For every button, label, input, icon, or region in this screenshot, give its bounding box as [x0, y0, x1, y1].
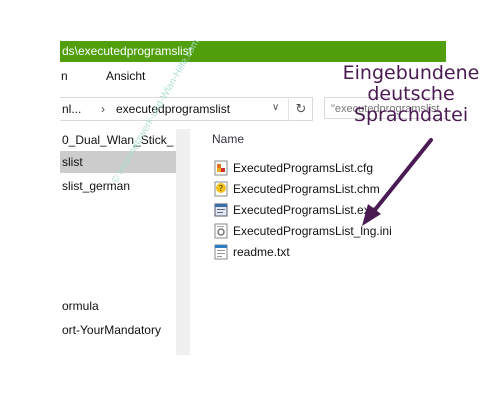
column-header-name[interactable]: Name: [212, 132, 244, 146]
config-file-icon: [214, 160, 228, 176]
address-bar[interactable]: nl... › executedprogramslist ∨: [60, 97, 313, 121]
svg-text:?: ?: [219, 184, 223, 193]
chevron-right-icon[interactable]: ›: [101, 98, 105, 120]
nav-item[interactable]: ort-YourMandatory: [60, 319, 176, 341]
text-file-icon: [214, 244, 228, 260]
nav-scrollbar[interactable]: [176, 129, 190, 355]
file-name: ExecutedProgramsList.cfg: [233, 161, 374, 175]
tab-ansicht[interactable]: Ansicht: [106, 69, 145, 83]
title-bar[interactable]: ds\executedprogramslist: [60, 41, 446, 62]
file-list: Name ExecutedProgramsList.cfg ? Executed…: [190, 129, 446, 363]
file-name: ExecutedProgramsList_lng.ini: [233, 224, 392, 238]
tab-view-partial[interactable]: n: [61, 69, 68, 83]
nav-item[interactable]: 0_Dual_Wlan_Stick_: [60, 129, 176, 151]
annotation-line: deutsche: [367, 83, 455, 105]
nav-item[interactable]: ormula: [60, 295, 176, 317]
refresh-icon[interactable]: ↻: [288, 97, 313, 121]
chevron-down-icon[interactable]: ∨: [272, 98, 279, 119]
application-icon: [214, 203, 228, 217]
nav-item-label: slist: [62, 155, 83, 169]
annotation-line: Eingebundene: [342, 62, 480, 84]
nav-item-label: ormula: [62, 299, 99, 313]
breadcrumb-parent[interactable]: nl...: [62, 98, 81, 120]
breadcrumb-current[interactable]: executedprogramslist: [116, 98, 230, 120]
window-title: ds\executedprogramslist: [62, 44, 193, 58]
annotation-callout: Eingebundene deutsche Sprachdatei: [322, 63, 500, 126]
settings-file-icon: [214, 223, 228, 239]
file-name: ExecutedProgramsList.exe: [233, 203, 377, 217]
help-file-icon: ?: [214, 181, 228, 197]
annotation-line: Sprachdatei: [353, 104, 469, 126]
file-name: readme.txt: [233, 245, 290, 259]
nav-item-label: 0_Dual_Wlan_Stick_: [62, 133, 174, 147]
nav-item-label: ort-YourMandatory: [62, 323, 161, 337]
file-name: ExecutedProgramsList.chm: [233, 182, 380, 196]
